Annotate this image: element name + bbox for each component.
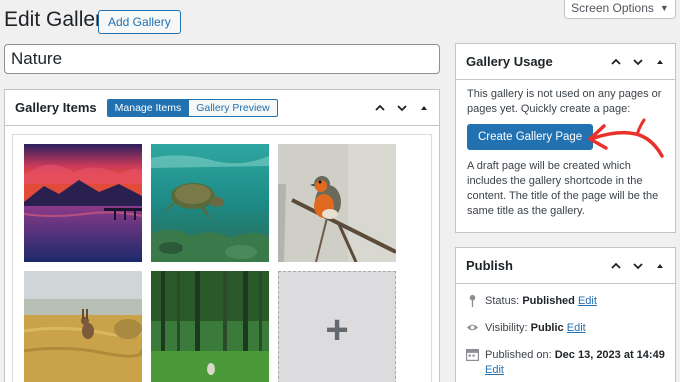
add-gallery-button[interactable]: Add Gallery (98, 10, 181, 34)
published-date-text: Published on: Dec 13, 2023 at 14:49 Edit (485, 348, 665, 378)
gallery-tabs: Manage Items Gallery Preview (106, 98, 278, 117)
gallery-usage-title: Gallery Usage (466, 54, 553, 69)
usage-intro-text: This gallery is not used on any pages or… (467, 88, 662, 115)
move-up-icon[interactable] (607, 51, 625, 73)
usage-note-text: A draft page will be created which inclu… (467, 160, 659, 217)
published-value: Dec 13, 2023 at 14:49 (554, 349, 665, 361)
status-row: Status: Published Edit (465, 294, 666, 309)
published-label: Published on: (485, 349, 552, 361)
publish-body: Status: Published Edit Visibility: Publi… (456, 284, 675, 378)
gallery-box-handles (371, 90, 433, 126)
move-down-icon[interactable] (393, 97, 411, 119)
edit-date-link[interactable]: Edit (485, 364, 504, 376)
move-down-icon[interactable] (629, 255, 647, 277)
publish-box: Publish Status: Published Edit Visibilit… (455, 247, 676, 382)
visibility-value: Public (530, 322, 564, 334)
move-up-icon[interactable] (607, 255, 625, 277)
page-title: Edit Gallery (4, 8, 113, 31)
gallery-image-hare[interactable] (24, 271, 142, 382)
tab-manage-items[interactable]: Manage Items (106, 98, 190, 117)
add-image-button[interactable]: + (278, 271, 396, 382)
gallery-title-input[interactable] (4, 44, 440, 74)
plus-icon: + (325, 308, 349, 352)
edit-visibility-link[interactable]: Edit (567, 322, 586, 334)
move-up-icon[interactable] (371, 97, 389, 119)
publish-box-handles (607, 248, 669, 284)
tab-gallery-preview[interactable]: Gallery Preview (189, 98, 278, 117)
create-gallery-page-button[interactable]: Create Gallery Page (467, 124, 594, 150)
publish-header: Publish (456, 248, 675, 284)
status-value: Published (522, 295, 575, 307)
caret-down-icon: ▼ (659, 3, 669, 13)
gallery-grid: + (12, 134, 432, 382)
published-date-row: Published on: Dec 13, 2023 at 14:49 Edit (465, 348, 666, 378)
visibility-row: Visibility: Public Edit (465, 321, 666, 336)
gallery-usage-header: Gallery Usage (456, 44, 675, 80)
publish-title: Publish (466, 258, 513, 273)
pin-icon (465, 294, 479, 307)
toggle-panel-icon[interactable] (651, 255, 669, 277)
edit-status-link[interactable]: Edit (578, 295, 597, 307)
eye-icon (465, 321, 479, 334)
status-label: Status: (485, 295, 520, 307)
annotation-arrow-icon (588, 118, 664, 158)
screen-options-label: Screen Options (571, 1, 654, 15)
toggle-panel-icon[interactable] (415, 97, 433, 119)
screen-options-toggle[interactable]: Screen Options ▼ (564, 0, 676, 19)
usage-box-handles (607, 44, 669, 80)
visibility-label: Visibility: (485, 322, 528, 334)
move-down-icon[interactable] (629, 51, 647, 73)
gallery-items-header: Gallery Items Manage Items Gallery Previ… (5, 90, 439, 126)
gallery-usage-box: Gallery Usage This gallery is not used o… (455, 43, 676, 233)
calendar-icon (465, 348, 479, 361)
gallery-items-box: Gallery Items Manage Items Gallery Previ… (4, 89, 440, 382)
gallery-image-robin[interactable] (278, 144, 396, 262)
toggle-panel-icon[interactable] (651, 51, 669, 73)
gallery-image-forest[interactable] (151, 271, 269, 382)
gallery-image-turtle[interactable] (151, 144, 269, 262)
status-text: Status: Published Edit (485, 294, 597, 309)
gallery-image-sunset[interactable] (24, 144, 142, 262)
gallery-items-title: Gallery Items (15, 100, 97, 115)
visibility-text: Visibility: Public Edit (485, 321, 586, 336)
